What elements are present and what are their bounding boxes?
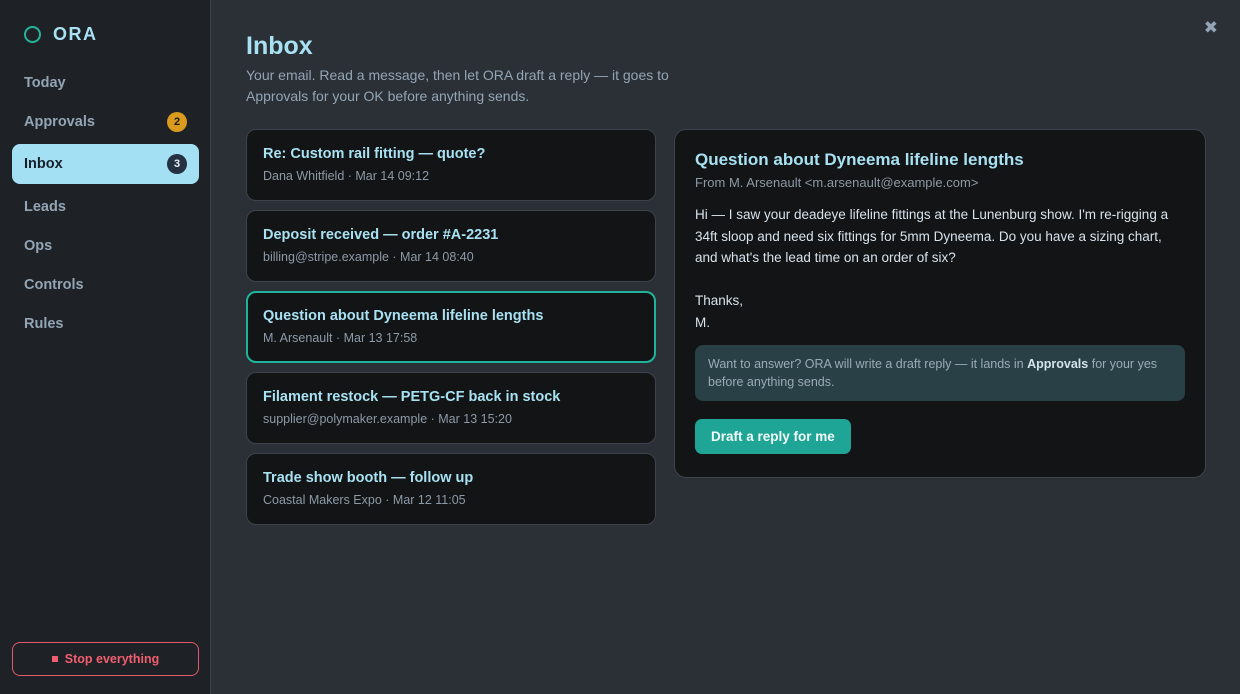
stop-everything-label: Stop everything <box>64 652 160 666</box>
sidebar-item-inbox[interactable]: Inbox 3 <box>12 144 199 184</box>
message-meta: billing@stripe.example · Mar 14 08:40 <box>263 250 474 264</box>
message-subject: Question about Dyneema lifeline lengths <box>263 308 544 324</box>
main-content: Inbox Your email. Read a message, then l… <box>246 0 1240 694</box>
message-meta: M. Arsenault · Mar 13 17:58 <box>263 331 418 345</box>
draft-reply-button[interactable]: Draft a reply for me <box>695 419 851 454</box>
message-meta: supplier@polymaker.example · Mar 13 15:2… <box>263 412 512 426</box>
logo-ring-icon <box>24 26 41 43</box>
sidebar-item-ops[interactable]: Ops <box>12 226 199 265</box>
sidebar-item-rules[interactable]: Rules <box>12 304 199 343</box>
message-item[interactable]: Filament restock — PETG-CF back in stock… <box>246 372 656 444</box>
message-item[interactable]: Trade show booth — follow up Coastal Mak… <box>246 453 656 525</box>
sidebar-item-label: Approvals <box>24 113 95 130</box>
sidebar: ORA Today Approvals 2 Inbox 3 Leads Ops … <box>0 0 211 694</box>
detail-subject: Question about Dyneema lifeline lengths <box>695 150 1024 169</box>
message-detail-panel: Question about Dyneema lifeline lengths … <box>674 129 1206 478</box>
close-icon[interactable]: ✖ <box>1204 18 1218 38</box>
message-item[interactable]: Deposit received — order #A-2231 billing… <box>246 210 656 282</box>
sidebar-item-label: Inbox <box>24 156 63 172</box>
hint-approvals-link: Approvals <box>1027 357 1089 371</box>
sidebar-item-label: Ops <box>24 237 53 254</box>
sidebar-nav: Today Approvals 2 Inbox 3 Leads Ops Cont… <box>12 63 199 343</box>
sidebar-item-label: Today <box>24 74 66 91</box>
approvals-count-badge: 2 <box>167 111 187 132</box>
sidebar-item-controls[interactable]: Controls <box>12 265 199 304</box>
sidebar-item-today[interactable]: Today <box>12 63 199 102</box>
inbox-count-badge: 3 <box>167 154 187 174</box>
sidebar-item-approvals[interactable]: Approvals 2 <box>12 102 199 141</box>
message-subject: Trade show booth — follow up <box>263 470 474 486</box>
message-meta: Coastal Makers Expo · Mar 12 11:05 <box>263 493 466 507</box>
app-name: ORA <box>53 24 98 44</box>
hint-text-pre: Want to answer? ORA will write a draft r… <box>708 357 1028 371</box>
stop-everything-button[interactable]: Stop everything <box>12 642 199 676</box>
sidebar-item-leads[interactable]: Leads <box>12 187 199 226</box>
page-title: Inbox <box>246 32 313 60</box>
message-item[interactable]: Re: Custom rail fitting — quote? Dana Wh… <box>246 129 656 201</box>
message-subject: Deposit received — order #A-2231 <box>263 227 499 243</box>
message-list: Re: Custom rail fitting — quote? Dana Wh… <box>246 129 656 534</box>
message-subject: Re: Custom rail fitting — quote? <box>263 146 486 162</box>
sidebar-item-label: Controls <box>24 276 84 293</box>
message-subject: Filament restock — PETG-CF back in stock <box>263 389 561 405</box>
message-meta: Dana Whitfield · Mar 14 09:12 <box>263 169 430 183</box>
draft-hint: Want to answer? ORA will write a draft r… <box>695 345 1185 401</box>
sidebar-item-label: Leads <box>24 198 66 215</box>
page-subtitle: Your email. Read a message, then let ORA… <box>246 67 669 104</box>
message-item-selected[interactable]: Question about Dyneema lifeline lengths … <box>246 291 656 363</box>
detail-from: From M. Arsenault <m.arsenault@example.c… <box>695 175 979 190</box>
sidebar-item-label: Rules <box>24 315 64 332</box>
detail-body: Hi — I saw your deadeye lifeline fitting… <box>695 207 1169 330</box>
brand: ORA <box>24 24 98 45</box>
stop-square-icon <box>51 656 58 662</box>
